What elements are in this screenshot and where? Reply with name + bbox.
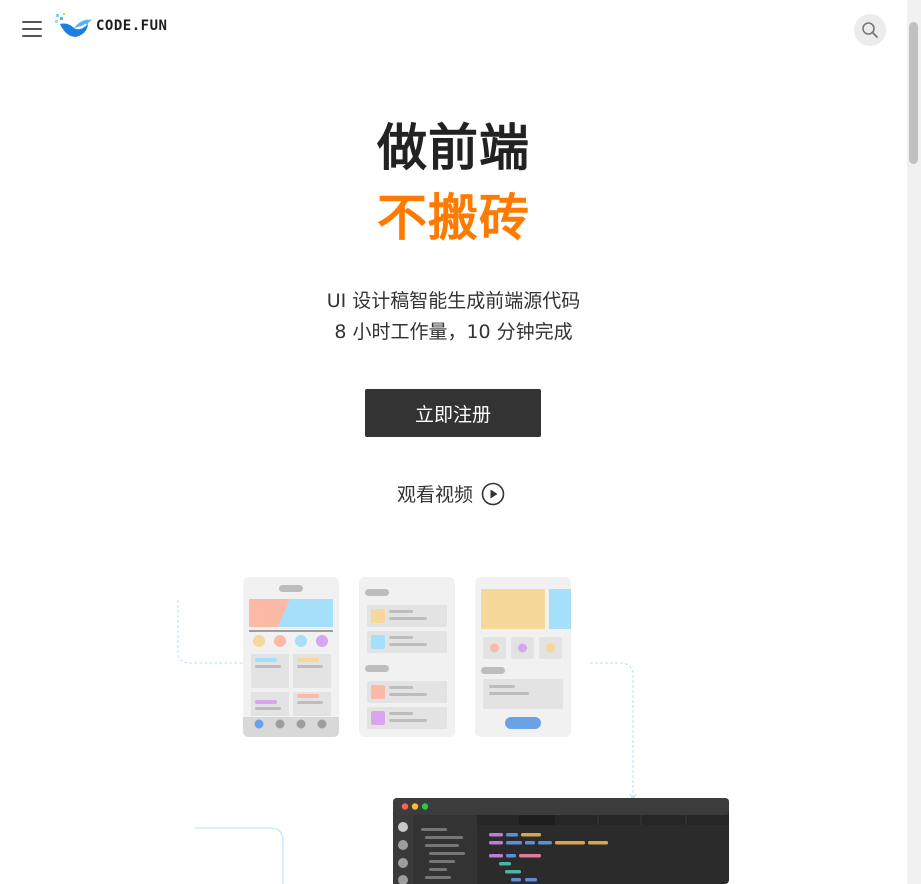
top-navigation-bar: CODE.FUN xyxy=(0,0,907,60)
logo[interactable]: CODE.FUN xyxy=(54,12,167,40)
mockup-phone-list xyxy=(359,577,455,737)
logo-text: CODE.FUN xyxy=(96,18,168,34)
search-button[interactable] xyxy=(854,14,886,46)
hero-subtitle-2: 8 小时工作量，10 分钟完成 xyxy=(334,321,573,343)
hamburger-menu-icon[interactable] xyxy=(22,21,42,39)
mockup-code-editor xyxy=(393,798,729,884)
mockup-phone-home xyxy=(243,577,339,737)
search-icon xyxy=(862,22,878,38)
hero-title-line-1: 做前端 xyxy=(377,119,530,177)
bird-logo-icon xyxy=(55,13,92,37)
hero-title-line-2: 不搬砖 xyxy=(377,189,530,247)
mockup-phone-detail xyxy=(475,577,571,737)
register-button[interactable]: 立即注册 xyxy=(365,389,541,437)
hero-subtitle-1: UI 设计稿智能生成前端源代码 xyxy=(326,290,581,312)
watch-video-label: 观看视频 xyxy=(397,484,474,506)
scrollbar-thumb[interactable] xyxy=(909,22,918,164)
watch-video-link[interactable]: 观看视频 xyxy=(397,480,505,507)
product-illustration xyxy=(177,577,729,884)
play-circle-icon xyxy=(481,482,505,505)
